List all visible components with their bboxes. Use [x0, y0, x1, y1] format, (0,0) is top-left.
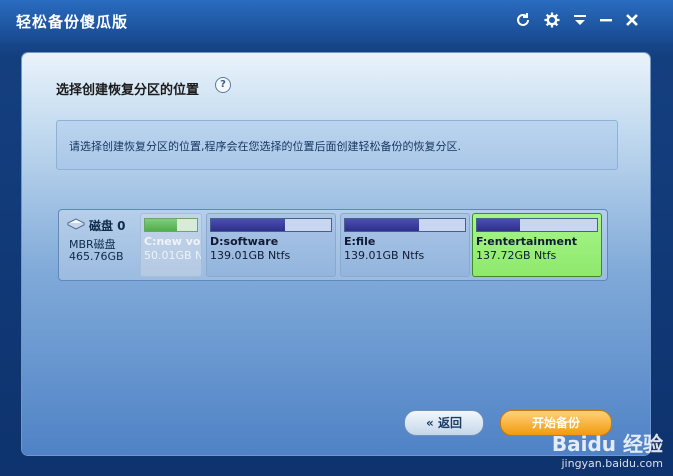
partition-label: D:software	[210, 235, 279, 248]
disk-size: 465.76GB	[69, 250, 124, 263]
partition-label: E:file	[344, 235, 376, 248]
usage-fill	[477, 219, 521, 231]
disk-row: 磁盘 0 MBR磁盘 465.76GB C:new vo 50.01GB N D…	[58, 209, 608, 281]
back-button[interactable]: « 返回	[404, 410, 484, 436]
usage-fill	[345, 219, 420, 231]
partition-label: F:entertainment	[476, 235, 578, 248]
main-panel: 选择创建恢复分区的位置 ? 请选择创建恢复分区的位置,程序会在您选择的位置后面创…	[22, 53, 650, 455]
partition-size: 137.72GB Ntfs	[476, 249, 557, 262]
refresh-icon[interactable]	[512, 9, 534, 31]
partition-c: C:new vo 50.01GB N	[140, 213, 202, 277]
partition-size: 139.01GB Ntfs	[344, 249, 425, 262]
usage-bar	[144, 218, 198, 232]
watermark-brand: Baidu 经验	[551, 432, 663, 456]
partition-size: 50.01GB N	[144, 249, 202, 262]
back-button-label: 返回	[437, 416, 462, 430]
help-icon[interactable]: ?	[215, 77, 231, 93]
usage-bar	[476, 218, 598, 232]
app-window: 轻松备份傻瓜版 选择创建恢复分区的位置 ? 请选择创建恢复分区的位置,程序会在您…	[0, 0, 673, 476]
info-text: 请选择创建恢复分区的位置,程序会在您选择的位置后面创建轻松备份的恢复分区.	[69, 140, 461, 153]
minimize-icon[interactable]	[595, 9, 617, 31]
disk-info: 磁盘 0 MBR磁盘 465.76GB	[67, 216, 143, 274]
window-title: 轻松备份傻瓜版	[16, 13, 129, 31]
gear-icon[interactable]	[541, 9, 563, 31]
close-icon[interactable]	[621, 9, 643, 31]
usage-fill	[145, 219, 178, 231]
partition-label: C:new vo	[144, 235, 201, 248]
page-title: 选择创建恢复分区的位置	[56, 83, 200, 98]
partition-f[interactable]: F:entertainment 137.72GB Ntfs	[472, 213, 602, 277]
partition-size: 139.01GB Ntfs	[210, 249, 291, 262]
title-bar: 轻松备份傻瓜版	[0, 0, 673, 44]
partition-e[interactable]: E:file 139.01GB Ntfs	[340, 213, 470, 277]
info-box: 请选择创建恢复分区的位置,程序会在您选择的位置后面创建轻松备份的恢复分区.	[56, 120, 618, 170]
disk-icon	[67, 218, 85, 230]
usage-bar	[344, 218, 466, 232]
usage-fill	[211, 219, 286, 231]
watermark: Baidu 经验 jingyan.baidu.com	[552, 428, 663, 470]
usage-bar	[210, 218, 332, 232]
disk-name: 磁盘 0	[89, 219, 126, 233]
double-chevron-left-icon: «	[426, 416, 434, 430]
watermark-url: jingyan.baidu.com	[561, 457, 663, 470]
partition-d[interactable]: D:software 139.01GB Ntfs	[206, 213, 336, 277]
dropdown-icon[interactable]	[569, 9, 591, 31]
